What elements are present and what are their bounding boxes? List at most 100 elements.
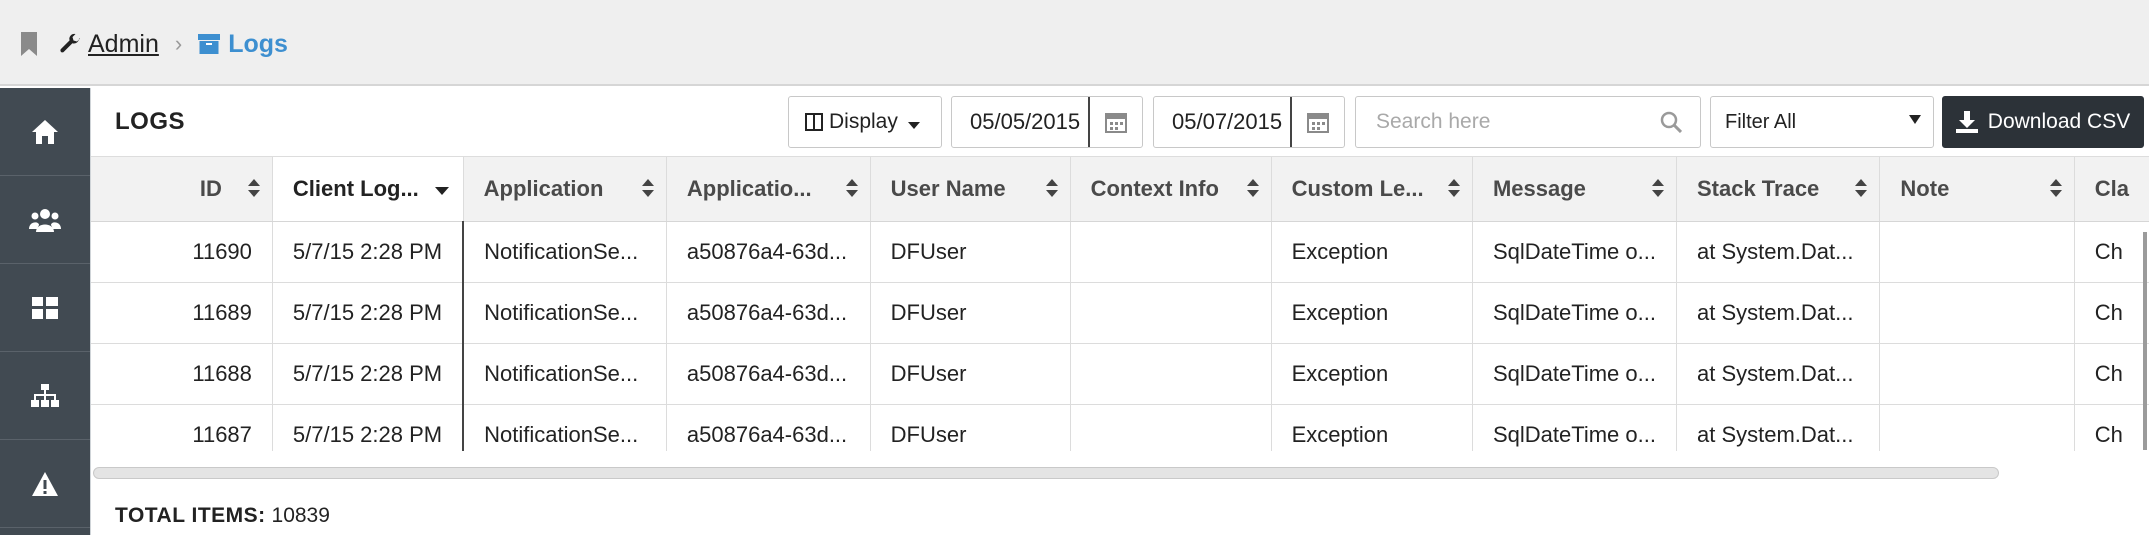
column-header-application-id[interactable]: Applicatio... <box>666 157 871 222</box>
calendar-icon[interactable] <box>1292 111 1344 133</box>
search-icon[interactable] <box>1660 111 1682 133</box>
column-header-user-name[interactable]: User Name <box>870 157 1071 222</box>
calendar-icon[interactable] <box>1090 111 1142 133</box>
total-items: TOTAL ITEMS: 10839 <box>115 504 330 528</box>
display-button[interactable]: Display <box>788 96 942 148</box>
cell-id: 11690 <box>91 221 273 283</box>
sort-icon[interactable] <box>1651 179 1664 199</box>
date-to-value[interactable]: 05/07/2015 <box>1154 97 1292 147</box>
column-header-id[interactable]: ID <box>91 157 273 222</box>
column-label: Stack Trace <box>1696 175 1820 201</box>
sort-icon[interactable] <box>641 179 654 199</box>
sort-icon[interactable] <box>247 179 260 199</box>
column-label: Application <box>483 175 604 201</box>
vertical-scrollbar[interactable] <box>2143 232 2147 450</box>
top-bar: Admin › Logs <box>0 0 2149 86</box>
display-button-label: Display <box>829 110 898 133</box>
dropdown-arrow-icon <box>1909 115 1921 124</box>
bookmark-icon[interactable] <box>20 31 38 57</box>
sort-icon[interactable] <box>2049 179 2062 199</box>
cell-stack-trace: at System.Dat... <box>1676 282 1881 344</box>
date-from-field[interactable]: 05/05/2015 <box>951 96 1143 148</box>
cell-application: NotificationSe... <box>463 404 667 451</box>
logs-table: ID Client Log... Application Applicatio.… <box>91 157 2149 451</box>
sort-icon[interactable] <box>845 179 858 199</box>
column-header-stack-trace[interactable]: Stack Trace <box>1676 157 1881 222</box>
cell-client-log: 5/7/15 2:28 PM <box>272 221 465 283</box>
column-label: Message <box>1492 175 1586 201</box>
cell-note <box>1879 404 2075 451</box>
column-header-client-log[interactable]: Client Log... <box>272 157 464 222</box>
cell-context-info <box>1070 221 1272 283</box>
table-row[interactable]: 11688 5/7/15 2:28 PM NotificationSe... a… <box>91 343 2149 405</box>
cell-custom-level: Exception <box>1271 221 1473 283</box>
sort-icon[interactable] <box>1246 179 1259 199</box>
sidebar-item-dashboard[interactable] <box>0 264 90 352</box>
breadcrumb-separator: › <box>174 31 183 56</box>
cell-user-name: DFUser <box>870 221 1071 283</box>
cell-user-name: DFUser <box>870 343 1071 405</box>
cell-id: 11688 <box>91 343 273 405</box>
search-input[interactable] <box>1374 109 1658 135</box>
caret-down-icon <box>907 121 920 129</box>
cell-message: SqlDateTime o... <box>1472 343 1677 405</box>
main-content: LOGS Display 05/05/2015 05/07/2015 Searc… <box>90 88 2149 535</box>
sort-desc-icon[interactable] <box>434 187 449 195</box>
cell-class: Ch <box>2074 221 2149 283</box>
filter-select-value: Filter All <box>1725 110 1797 133</box>
cell-id: 11689 <box>91 282 273 344</box>
column-label: User Name <box>890 175 1006 201</box>
cell-class: Ch <box>2074 404 2149 451</box>
column-header-context-info[interactable]: Context Info <box>1070 157 1272 222</box>
cell-custom-level: Exception <box>1271 404 1473 451</box>
columns-icon <box>805 113 823 131</box>
table-row[interactable]: 11690 5/7/15 2:28 PM NotificationSe... a… <box>91 221 2149 283</box>
download-csv-label: Download CSV <box>1987 110 2131 133</box>
date-from-value[interactable]: 05/05/2015 <box>952 97 1090 147</box>
breadcrumb-current-label: Logs <box>228 29 288 58</box>
date-to-field[interactable]: 05/07/2015 <box>1153 96 1345 148</box>
sidebar-item-sitemap[interactable] <box>0 352 90 440</box>
warning-icon <box>32 471 58 496</box>
download-csv-button[interactable]: Download CSV <box>1942 96 2144 148</box>
cell-message: SqlDateTime o... <box>1472 282 1677 344</box>
column-header-class[interactable]: Cla <box>2074 157 2149 222</box>
download-icon <box>1955 111 1978 133</box>
cell-client-log: 5/7/15 2:28 PM <box>272 282 465 344</box>
cell-stack-trace: at System.Dat... <box>1676 404 1881 451</box>
horizontal-scrollbar[interactable] <box>93 467 1999 479</box>
cell-message: SqlDateTime o... <box>1472 221 1677 283</box>
table-header-row: ID Client Log... Application Applicatio.… <box>91 157 2149 222</box>
sidebar-item-users[interactable] <box>0 176 90 264</box>
cell-class: Ch <box>2074 343 2149 405</box>
column-header-message[interactable]: Message <box>1472 157 1677 222</box>
sort-icon[interactable] <box>1855 179 1868 199</box>
sort-icon[interactable] <box>1045 179 1058 199</box>
cell-context-info <box>1070 282 1272 344</box>
cell-application-id: a50876a4-63d... <box>666 282 871 344</box>
cell-stack-trace: at System.Dat... <box>1676 221 1881 283</box>
total-items-value: 10839 <box>271 504 330 527</box>
cell-user-name: DFUser <box>870 282 1071 344</box>
column-header-custom-level[interactable]: Custom Le... <box>1271 157 1473 222</box>
sidebar-item-alerts[interactable] <box>0 440 90 528</box>
column-header-note[interactable]: Note <box>1879 157 2075 222</box>
cell-client-log: 5/7/15 2:28 PM <box>272 343 465 405</box>
breadcrumb: Admin › Logs <box>20 26 288 62</box>
cell-context-info <box>1070 404 1272 451</box>
table-row[interactable]: 11687 5/7/15 2:28 PM NotificationSe... a… <box>91 404 2149 451</box>
sidebar-item-home[interactable] <box>0 88 90 176</box>
page-title: LOGS <box>115 108 186 135</box>
breadcrumb-admin[interactable]: Admin <box>58 30 159 59</box>
sitemap-icon <box>31 383 59 407</box>
logs-table-container: ID Client Log... Application Applicatio.… <box>91 156 2149 451</box>
column-label: Client Log... <box>292 175 419 201</box>
cell-note <box>1879 282 2075 344</box>
filter-select[interactable]: Filter All <box>1710 96 1934 148</box>
users-icon <box>29 208 61 232</box>
sort-icon[interactable] <box>1447 179 1460 199</box>
breadcrumb-admin-label: Admin <box>88 29 159 58</box>
table-row[interactable]: 11689 5/7/15 2:28 PM NotificationSe... a… <box>91 282 2149 344</box>
column-header-application[interactable]: Application <box>463 157 667 222</box>
cell-custom-level: Exception <box>1271 282 1473 344</box>
